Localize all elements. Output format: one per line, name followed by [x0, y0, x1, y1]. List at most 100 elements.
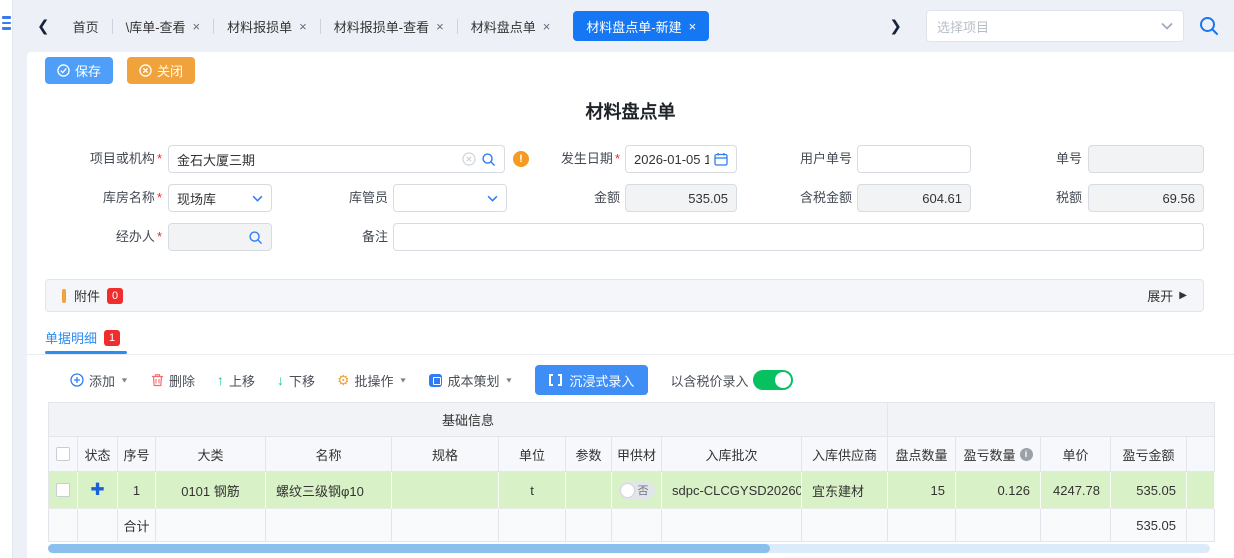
save-button[interactable]: 保存: [45, 57, 113, 84]
chevron-down-icon: ▼: [399, 376, 408, 384]
tab-material-loss-view[interactable]: 材料报损单-查看×: [321, 11, 457, 41]
check-circle-icon: [57, 64, 70, 77]
tab-detail[interactable]: 单据明细 1: [45, 328, 120, 347]
tax-price-toggle-group: 以含税价录入: [670, 370, 793, 390]
chevron-down-icon: [487, 195, 498, 202]
user-no-input[interactable]: [857, 145, 971, 173]
clear-icon[interactable]: [462, 152, 476, 166]
project-label: 项目或机构*: [40, 145, 162, 173]
search-icon[interactable]: [248, 230, 263, 245]
tax-price-toggle[interactable]: [753, 370, 793, 390]
left-sidebar-strip: [0, 0, 13, 558]
tabs-scroll-right-icon[interactable]: ❯: [879, 17, 912, 35]
info-icon[interactable]: i: [1020, 448, 1033, 461]
warehouse-label: 库房名称*: [40, 184, 162, 212]
project-select-placeholder: 选择项目: [937, 17, 1161, 36]
tab-stocktake-new-active[interactable]: 材料盘点单-新建×: [573, 11, 709, 41]
tab-stocktake[interactable]: 材料盘点单×: [458, 11, 564, 41]
attachment-bar[interactable]: 附件 0 展开 ▶: [45, 279, 1204, 312]
gear-icon: ⚙: [337, 372, 350, 389]
add-button[interactable]: 添加▼: [70, 371, 129, 390]
move-up-button[interactable]: ↑ 上移: [217, 371, 255, 390]
table-row[interactable]: ✚ 1 0101 钢筋 螺纹三级钢φ10 t 否 sdpc-CLCGYSD202…: [48, 472, 1215, 509]
tab-outbound-view[interactable]: \库单-查看×: [113, 11, 214, 41]
tabbar-right-group: ❯ 选择项目: [879, 0, 1220, 52]
doc-no-label: 单号: [995, 145, 1082, 173]
handler-label: 经办人*: [40, 223, 162, 251]
calendar-icon[interactable]: [714, 152, 728, 166]
scrollbar-thumb[interactable]: [48, 544, 770, 553]
total-label: 合计: [118, 509, 156, 542]
section-marker-icon: [62, 289, 66, 303]
detail-count-badge: 1: [104, 330, 120, 346]
tax-label: 税额: [995, 184, 1082, 212]
total-diff-amount: 535.05: [1111, 509, 1187, 542]
doc-no-input: [1088, 145, 1204, 173]
arrow-up-icon: ↑: [217, 372, 224, 388]
delete-button[interactable]: 删除: [151, 371, 195, 390]
tab-bar: ❮ 首页 \库单-查看× 材料报损单× 材料报损单-查看× 材料盘点单× 材料盘…: [13, 0, 1234, 52]
screen: ❮ 首页 \库单-查看× 材料报损单× 材料报损单-查看× 材料盘点单× 材料盘…: [0, 0, 1234, 558]
batch-ops-button[interactable]: ⚙ 批操作▼: [337, 371, 408, 390]
grid-toolbar: 添加▼ 删除 ↑ 上移 ↓ 下移 ⚙ 批操作▼ 成本策划▼ 沉浸式录入 以含税价…: [70, 365, 793, 395]
tab-close-icon[interactable]: ×: [543, 19, 551, 34]
close-circle-icon: [139, 64, 152, 77]
info-icon[interactable]: !: [513, 151, 529, 167]
arrow-down-icon: ↓: [277, 372, 284, 388]
tabs-scroll-left-icon[interactable]: ❮: [27, 17, 60, 35]
tab-material-loss[interactable]: 材料报损单×: [214, 11, 320, 41]
chevron-down-icon: [252, 195, 263, 202]
tab-close-icon[interactable]: ×: [689, 19, 697, 34]
amount-input: 535.05: [625, 184, 737, 212]
amount-label: 金额: [535, 184, 620, 212]
owner-supplied-toggle[interactable]: 否: [619, 482, 655, 499]
tax-input: 69.56: [1088, 184, 1204, 212]
date-label: 发生日期*: [535, 145, 620, 173]
tax-amount-input: 604.61: [857, 184, 971, 212]
row-checkbox[interactable]: [56, 483, 70, 497]
move-down-button[interactable]: ↓ 下移: [277, 371, 315, 390]
immersive-entry-button[interactable]: 沉浸式录入: [535, 365, 648, 395]
plus-circle-icon: [70, 373, 84, 387]
remark-label: 备注: [280, 223, 388, 251]
user-no-label: 用户单号: [765, 145, 852, 173]
project-input[interactable]: 金石大厦三期: [168, 145, 505, 173]
date-input[interactable]: 2026-01-05 1: [625, 145, 737, 173]
divider: [27, 354, 1234, 355]
group-header-empty: [888, 402, 1215, 437]
expand-button[interactable]: 展开 ▶: [1147, 286, 1187, 305]
row-add-status-icon[interactable]: ✚: [90, 480, 104, 500]
clipped-column: [1187, 437, 1215, 472]
tax-price-toggle-label: 以含税价录入: [670, 371, 748, 390]
search-icon[interactable]: [1198, 15, 1220, 37]
close-button[interactable]: 关闭: [127, 57, 195, 84]
keeper-select[interactable]: [393, 184, 507, 212]
tab-close-icon[interactable]: ×: [299, 19, 307, 34]
horizontal-scrollbar[interactable]: [48, 544, 1210, 553]
tab-close-icon[interactable]: ×: [436, 19, 444, 34]
fullscreen-brackets-icon: [549, 374, 562, 386]
table-total-row: 合计 535.05: [48, 509, 1215, 542]
keeper-label: 库管员: [280, 184, 388, 212]
diff-qty-header: 盈亏数量i: [956, 437, 1041, 472]
tab-close-icon[interactable]: ×: [193, 19, 201, 34]
select-all-checkbox[interactable]: [56, 447, 70, 461]
chevron-down-icon: ▼: [120, 376, 129, 384]
tab-home[interactable]: 首页: [60, 11, 112, 41]
group-header-basic-info: 基础信息: [48, 402, 888, 437]
search-icon[interactable]: [481, 152, 496, 167]
cost-planning-button[interactable]: 成本策划▼: [429, 371, 513, 390]
handler-input[interactable]: [168, 223, 272, 251]
expand-arrow-icon: ▶: [1179, 290, 1187, 301]
remark-input[interactable]: [393, 223, 1204, 251]
tax-amount-label: 含税金额: [765, 184, 852, 212]
detail-table: 基础信息 状态 序号 大类 名称 规格 单位 参数 甲供材 入库批次 入库供应商…: [48, 402, 1215, 542]
chevron-down-icon: ▼: [505, 376, 514, 384]
trash-icon: [151, 373, 164, 387]
menu-icon[interactable]: [2, 16, 11, 33]
chevron-down-icon: [1161, 22, 1173, 30]
project-select[interactable]: 选择项目: [926, 10, 1184, 42]
warehouse-select[interactable]: 现场库: [168, 184, 272, 212]
table-header-row: 状态 序号 大类 名称 规格 单位 参数 甲供材 入库批次 入库供应商 盘点数量…: [48, 437, 1215, 472]
attachment-label: 附件: [74, 286, 100, 305]
